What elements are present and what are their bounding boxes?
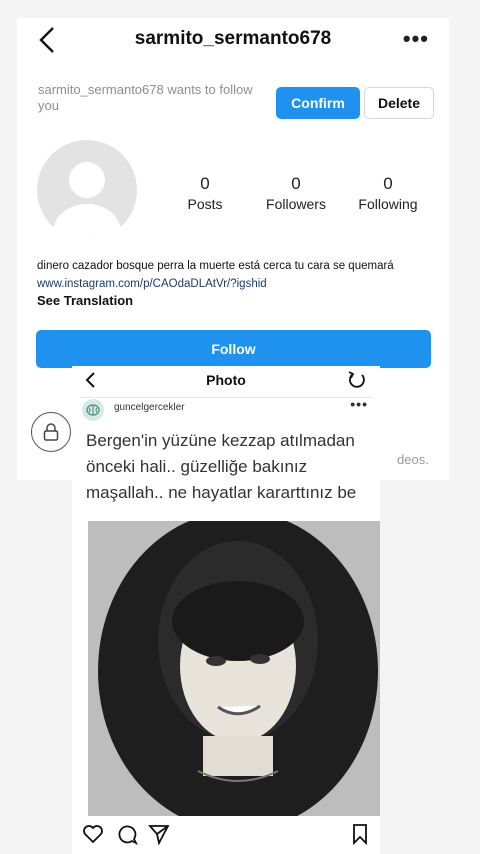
- brain-logo-icon: [86, 404, 100, 416]
- profile-link[interactable]: www.instagram.com/p/CAOdaDLAtVr/?igshid: [37, 278, 267, 290]
- stat-followers[interactable]: 0 Followers: [257, 174, 335, 212]
- avatar: [37, 140, 137, 240]
- stat-value: 0: [200, 174, 210, 193]
- portrait-image: [88, 521, 380, 816]
- post-caption: Bergen'in yüzüne kezzap atılmadan önceki…: [86, 431, 357, 502]
- comment-icon[interactable]: [116, 823, 138, 845]
- heart-icon[interactable]: [82, 823, 104, 845]
- stat-label: Followers: [266, 196, 326, 212]
- stat-value: 0: [291, 174, 301, 193]
- private-account-badge: [31, 412, 71, 452]
- default-avatar-icon: [53, 162, 121, 240]
- stat-following[interactable]: 0 Following: [351, 174, 425, 212]
- confirm-button[interactable]: Confirm: [276, 87, 360, 119]
- divider: [80, 397, 372, 398]
- profile-bio: dinero cazador bosque perra la muerte es…: [37, 260, 394, 272]
- post-more-icon[interactable]: •••: [350, 396, 368, 412]
- photo-title: Photo: [206, 372, 246, 388]
- post-username[interactable]: guncelgercekler: [114, 402, 185, 413]
- top-bar: sarmito_sermanto678 •••: [17, 18, 449, 66]
- photo-overlay: Photo guncelgercekler ••• Bergen'in yüzü…: [72, 366, 380, 854]
- private-account-text: deos.: [397, 452, 429, 467]
- share-icon[interactable]: [148, 823, 170, 845]
- stat-label: Posts: [187, 196, 223, 212]
- post-actions: [82, 823, 372, 849]
- stat-value: 0: [383, 174, 393, 193]
- post-avatar[interactable]: [82, 399, 104, 421]
- delete-button[interactable]: Delete: [364, 87, 434, 119]
- post-photo[interactable]: [88, 521, 380, 816]
- follow-request-text: sarmito_sermanto678 wants to follow you: [38, 82, 253, 113]
- follow-button[interactable]: Follow: [36, 330, 431, 368]
- reload-icon[interactable]: [346, 369, 368, 391]
- profile-username: sarmito_sermanto678: [134, 28, 332, 49]
- stat-posts[interactable]: 0 Posts: [167, 174, 243, 212]
- more-options-icon[interactable]: •••: [403, 26, 429, 52]
- lock-icon: [43, 423, 59, 441]
- stat-label: Following: [358, 196, 418, 212]
- see-translation-link[interactable]: See Translation: [37, 293, 133, 308]
- bookmark-icon[interactable]: [350, 823, 370, 845]
